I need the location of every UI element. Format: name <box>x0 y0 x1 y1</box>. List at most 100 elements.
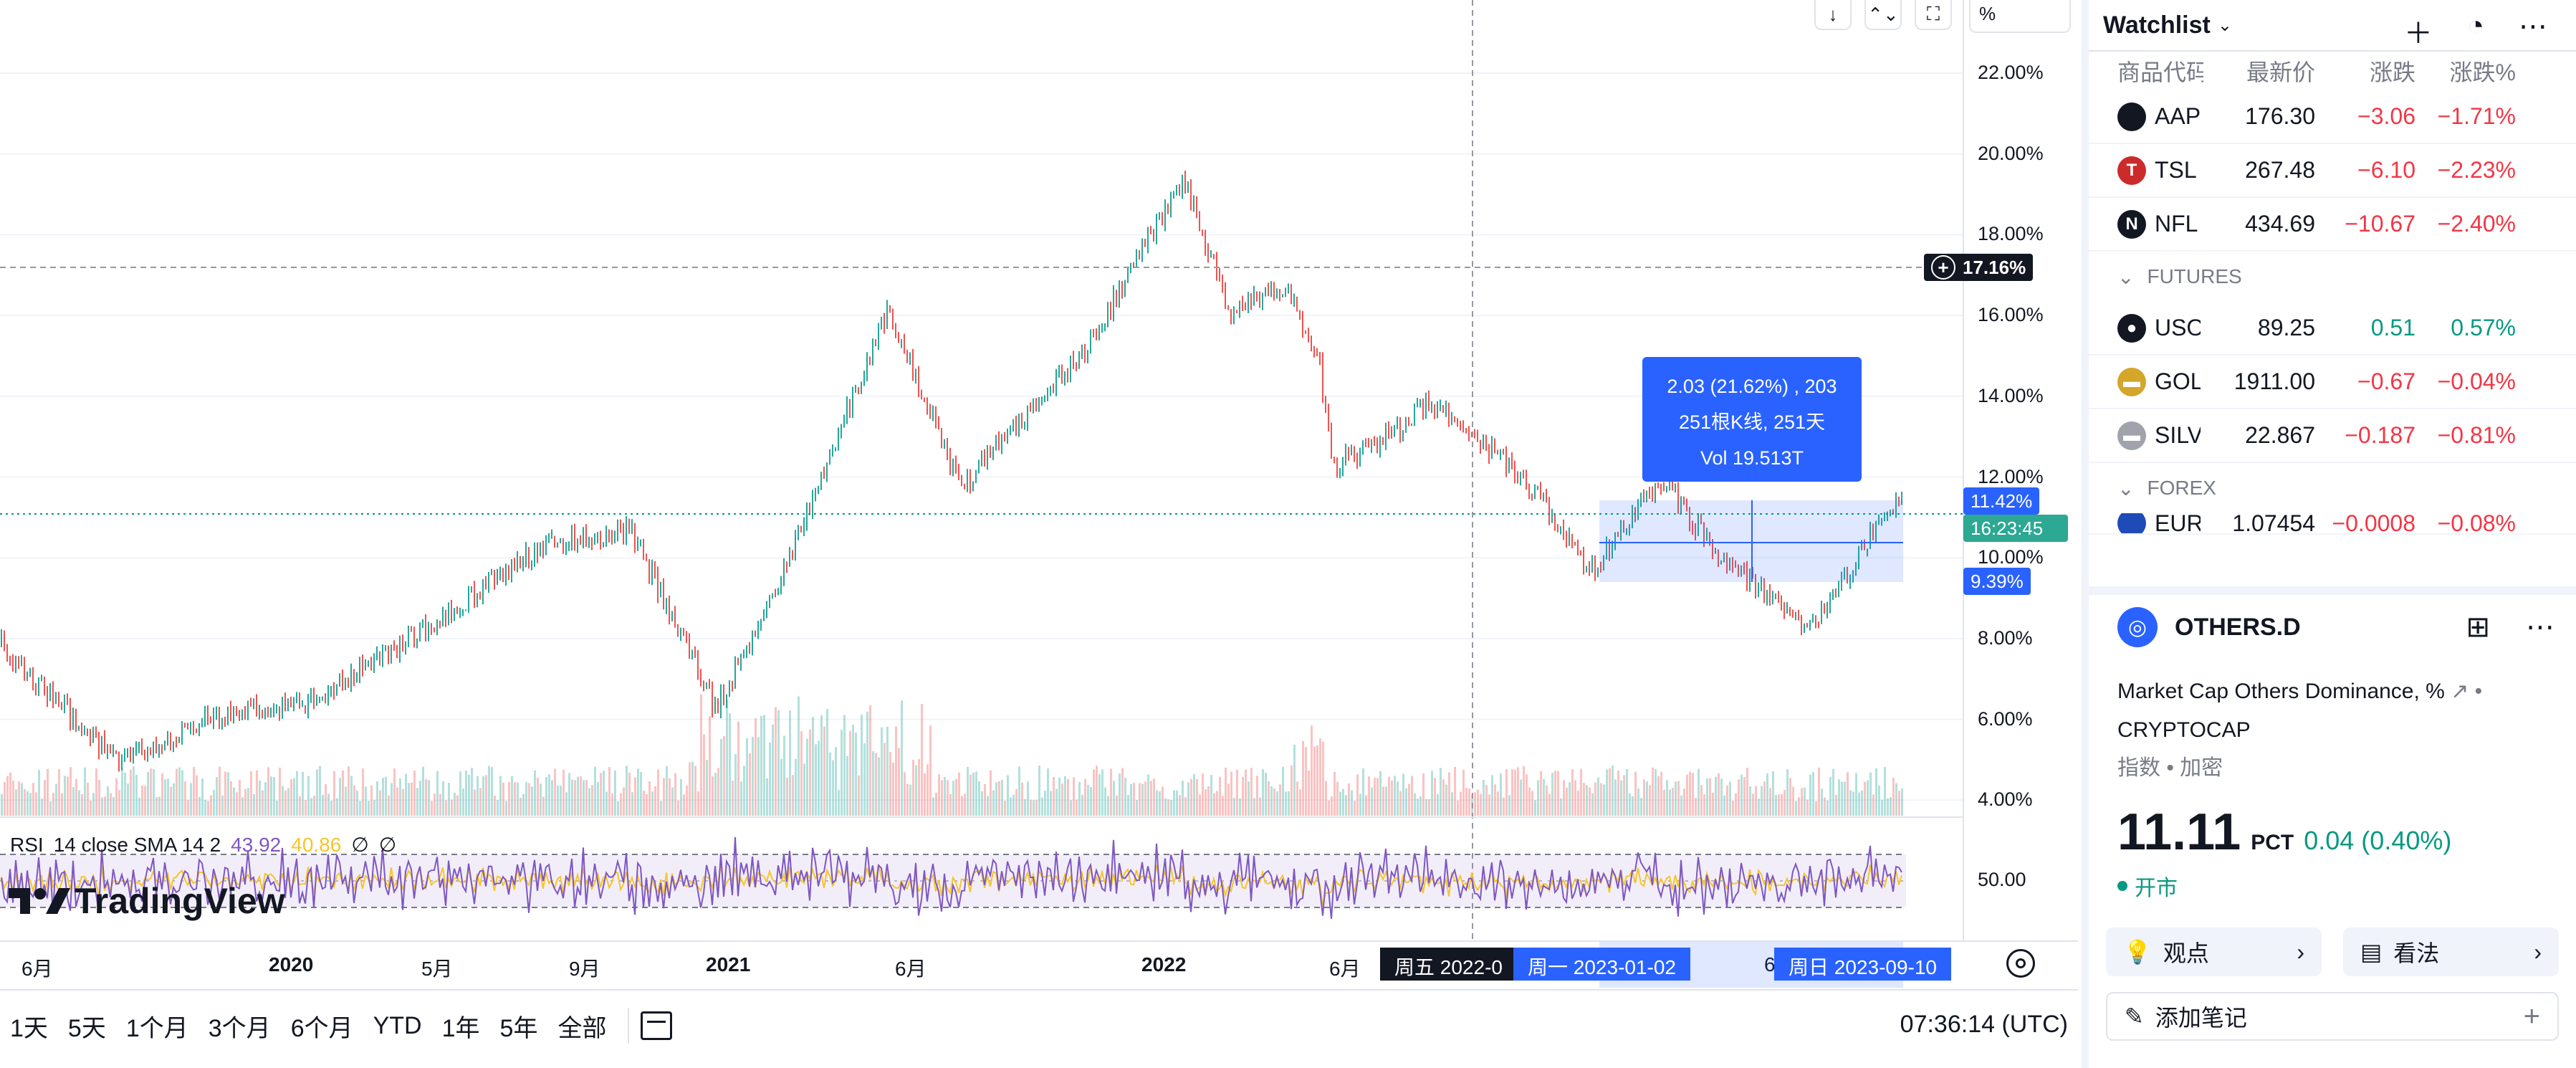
volume-bar <box>201 778 204 816</box>
range-1d[interactable]: 1天 <box>0 1009 58 1044</box>
volume-bar <box>233 787 235 816</box>
chevron-down-icon[interactable]: ⌄ <box>2218 15 2232 36</box>
more-icon[interactable]: ⋯ <box>2526 611 2555 644</box>
time-axis[interactable]: 6月 2020 5月 9月 2021 6月 2022 6月 6 周五 2022-… <box>0 940 2078 988</box>
volume-bar <box>789 710 791 816</box>
volume-bar <box>1589 787 1591 816</box>
volume-bar <box>1497 791 1499 816</box>
watchlist-row[interactable]: ▬ GOLD 1911.00 −0.67 −0.04% <box>2089 356 2576 409</box>
volume-bar <box>949 793 952 816</box>
external-link-icon[interactable]: ↗ • <box>2451 680 2482 703</box>
volume-bar <box>1761 786 1763 816</box>
price-scale-label: 14.00% <box>1978 384 2044 406</box>
volume-bar <box>342 770 344 816</box>
pie-chart-icon[interactable]: ◔ <box>2467 10 2484 52</box>
add-symbol-icon[interactable]: ＋ <box>2404 10 2433 52</box>
chart-area[interactable]: ↓ ⌃⌄ ⛶ % 22.00% 20.00% 18.00% 16.00% 14.00% 1… <box>0 0 2078 1068</box>
volume-bar <box>884 743 886 816</box>
section-futures[interactable]: ⌄ FUTURES <box>2089 252 2576 302</box>
clock-timezone[interactable]: 07:36:14 (UTC) <box>1900 1011 2068 1039</box>
volume-bar <box>1351 790 1353 816</box>
range-5y[interactable]: 5年 <box>490 1009 548 1044</box>
volume-bar <box>325 784 327 816</box>
volume-bar <box>1113 781 1115 816</box>
volume-bar <box>723 735 725 816</box>
volume-bar <box>322 794 324 816</box>
volume-bar <box>583 780 585 816</box>
col-symbol[interactable]: 商品代码 <box>2089 54 2203 87</box>
volume-bar <box>1190 778 1192 816</box>
collapse-panes-button[interactable]: ⌃⌄ <box>1864 0 1902 30</box>
volume-bar <box>107 786 109 816</box>
volume-bar <box>161 773 163 816</box>
range-1m[interactable]: 1个月 <box>116 1009 198 1044</box>
range-ytd[interactable]: YTD <box>363 1012 432 1040</box>
rsi-legend[interactable]: RSI 14 close SMA 14 2 43.92 40.86 ∅ ∅ <box>10 833 396 857</box>
volume-bar <box>1491 775 1493 816</box>
volume-bar <box>1663 789 1665 816</box>
volume-bar <box>118 790 120 816</box>
watchlist-row[interactable]: EURU1.07454−0.0008−0.08% <box>2089 513 2576 535</box>
add-note-button[interactable]: ✎ 添加笔记 + <box>2106 992 2559 1041</box>
detail-symbol[interactable]: OTHERS.D <box>2175 614 2301 642</box>
symbol-name: AAP <box>2155 103 2201 129</box>
watchlist-title[interactable]: Watchlist <box>2103 11 2211 39</box>
scale-mode-percent[interactable]: % <box>1969 0 2071 33</box>
volume-bar <box>637 768 639 816</box>
rsi-params: 14 close SMA 14 2 <box>53 833 221 856</box>
volume-bar <box>479 788 482 816</box>
settings-icon[interactable] <box>2006 949 2035 978</box>
volume-bar <box>1322 741 1324 816</box>
watchlist-row[interactable]: N NFL 434.69 −10.67 −2.40% <box>2089 198 2576 252</box>
volume-bar <box>49 801 52 816</box>
scroll-to-latest-button[interactable]: ↓ <box>1814 0 1852 30</box>
volume-bar <box>634 777 636 816</box>
opinions-button[interactable]: ▤ 看法 › <box>2343 928 2559 976</box>
volume-bar <box>1858 792 1860 816</box>
volume-bar <box>1104 787 1106 816</box>
col-last[interactable]: 最新价 <box>2203 54 2315 87</box>
range-3m[interactable]: 3个月 <box>198 1009 281 1044</box>
volume-bar <box>1242 776 1244 816</box>
volume-bar <box>319 766 321 816</box>
watchlist-row[interactable]: ● USOIL 89.25 0.51 0.57% <box>2089 302 2576 356</box>
add-alert-icon[interactable]: + <box>1931 255 1955 280</box>
section-forex[interactable]: ⌄ FOREX <box>2089 463 2576 513</box>
volume-bar <box>657 769 659 816</box>
volume-bar <box>1440 768 1442 816</box>
range-1y[interactable]: 1年 <box>432 1009 490 1044</box>
watchlist-row[interactable]: T TSL 267.48 −6.10 −2.23% <box>2089 144 2576 198</box>
ideas-button[interactable]: 💡 观点 › <box>2106 928 2322 976</box>
col-change[interactable]: 涨跌 <box>2315 54 2415 87</box>
more-icon[interactable]: ⋯ <box>2519 10 2547 52</box>
volume-bar <box>196 775 198 816</box>
volume-bar <box>67 776 69 816</box>
detail-exchange[interactable]: CRYPTOCAP <box>2117 711 2547 750</box>
volume-bar <box>345 786 347 816</box>
volume-bar <box>1755 786 1757 816</box>
range-6m[interactable]: 6个月 <box>281 1009 363 1044</box>
volume-bar <box>1007 775 1009 816</box>
range-all[interactable]: 全部 <box>547 1009 616 1044</box>
fullscreen-button[interactable]: ⛶ <box>1915 0 1952 30</box>
grid-icon[interactable]: ⊞ <box>2466 611 2490 644</box>
volume-bar <box>1603 784 1605 816</box>
volume-bar <box>1763 781 1766 816</box>
go-to-date-icon[interactable] <box>641 1011 673 1040</box>
volume-bar <box>130 769 132 816</box>
volume-bar <box>176 768 178 816</box>
col-change-pct[interactable]: 涨跌% <box>2415 54 2516 87</box>
range-5d[interactable]: 5天 <box>58 1009 116 1044</box>
volume-bar <box>528 783 530 816</box>
tradingview-logo-icon <box>9 888 70 914</box>
volume-bar <box>250 771 252 816</box>
plus-icon: + <box>2523 1000 2540 1032</box>
volume-bar <box>987 796 989 816</box>
watchlist-row[interactable]: AAP 176.30 −3.06 −1.71% <box>2089 90 2576 144</box>
volume-bar <box>1044 791 1046 816</box>
watchlist-row[interactable]: ▬ SILVE 22.867 −0.187 −0.81% <box>2089 409 2576 463</box>
crypto-cap-icon: ◎ <box>2117 607 2158 647</box>
volume-bar <box>15 789 17 816</box>
tradingview-logo[interactable]: TradingView <box>9 880 285 922</box>
volume-bar <box>1265 772 1267 816</box>
